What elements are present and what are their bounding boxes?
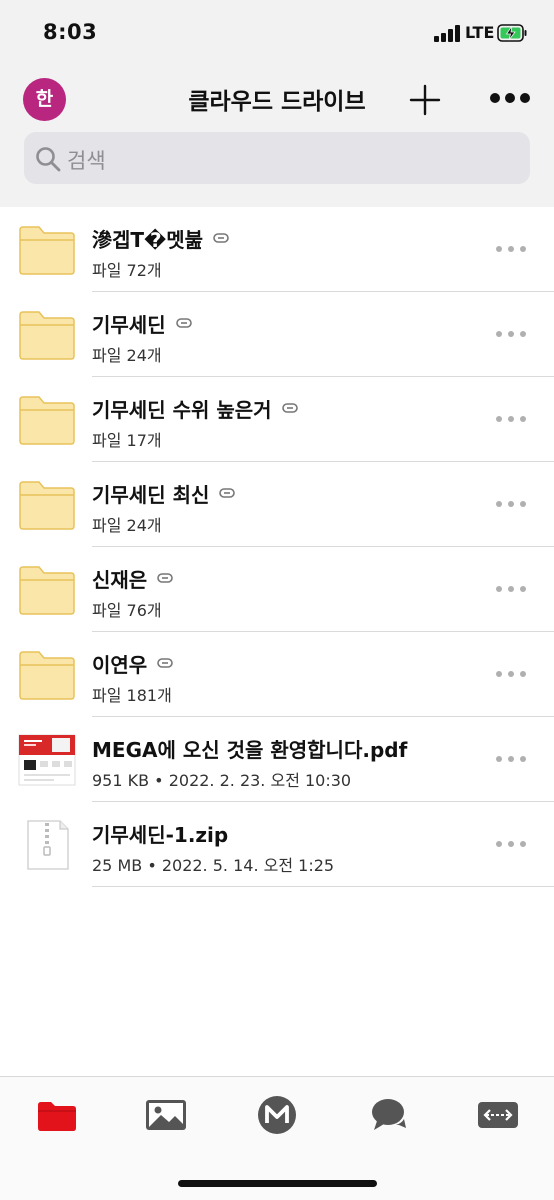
file-meta: 951 KB • 2022. 2. 23. 오전 10:30 [92, 771, 352, 790]
file-meta: 파일 72개 [92, 261, 162, 280]
file-list: 滲겝T�멧붎 파일 72개 기무세딘 파일 24개 기무세딘 수위 높은거 파일… [0, 207, 554, 887]
network-label: LTE [465, 23, 495, 42]
list-item[interactable]: 이연우 파일 181개 [0, 632, 554, 717]
status-bar: 8:03 LTE [0, 0, 554, 66]
zip-file-icon [27, 820, 69, 870]
add-icon[interactable] [405, 80, 445, 120]
divider [92, 886, 554, 887]
more-options-icon[interactable] [494, 494, 528, 514]
photo-icon[interactable] [144, 1095, 188, 1135]
folder-icon[interactable] [35, 1095, 79, 1135]
search-icon [36, 147, 61, 172]
list-item[interactable]: MEGA에 오신 것을 환영합니다.pdf 951 KB • 2022. 2. … [0, 717, 554, 802]
link-icon [175, 318, 192, 328]
more-options-icon[interactable] [494, 664, 528, 684]
list-item[interactable]: 기무세딘 최신 파일 24개 [0, 462, 554, 547]
link-icon [157, 658, 174, 668]
page-title: 클라우드 드라이브 [188, 89, 366, 115]
folder-icon [19, 226, 75, 275]
header-area: 8:03 LTE 한 클라우드 드라이브 검색 [0, 0, 554, 207]
more-options-icon[interactable] [494, 579, 528, 599]
link-icon [157, 573, 174, 583]
folder-icon [19, 311, 75, 360]
signal-icon [434, 25, 462, 42]
navigation-bar: 한 클라우드 드라이브 [0, 66, 554, 130]
file-name: 기무세딘 수위 높은거 [92, 397, 272, 422]
list-item[interactable]: 기무세딘 수위 높은거 파일 17개 [0, 377, 554, 462]
more-options-icon[interactable] [494, 749, 528, 769]
more-options-icon[interactable] [494, 239, 528, 259]
status-time: 8:03 [43, 20, 98, 44]
folder-icon [19, 651, 75, 700]
folder-icon [19, 566, 75, 615]
file-meta: 파일 181개 [92, 686, 172, 705]
file-name: 신재은 [92, 567, 148, 592]
file-meta: 파일 24개 [92, 516, 162, 535]
file-meta: 파일 17개 [92, 431, 162, 450]
list-item[interactable]: 滲겝T�멧붎 파일 72개 [0, 207, 554, 292]
file-name: 기무세딘 [92, 312, 166, 337]
chat-icon[interactable] [366, 1095, 410, 1135]
more-options-icon[interactable] [494, 834, 528, 854]
search-placeholder: 검색 [67, 149, 106, 173]
link-icon [213, 233, 229, 243]
more-options-icon[interactable] [494, 324, 528, 344]
file-meta: 파일 76개 [92, 601, 162, 620]
file-meta: 25 MB • 2022. 5. 14. 오전 1:25 [92, 856, 335, 875]
pdf-thumbnail-icon [18, 734, 76, 786]
mega-logo-icon[interactable] [255, 1095, 299, 1135]
file-name: 기무세딘-1.zip [92, 822, 229, 847]
file-name: 기무세딘 최신 [92, 482, 210, 507]
avatar[interactable]: 한 [23, 78, 66, 121]
file-name: MEGA에 오신 것을 환영합니다.pdf [92, 737, 408, 762]
file-name: 이연우 [92, 652, 148, 677]
more-options-icon[interactable] [494, 409, 528, 429]
search-input[interactable]: 검색 [24, 132, 530, 184]
more-options-icon[interactable] [488, 86, 532, 110]
transfer-icon[interactable] [476, 1095, 520, 1135]
list-item[interactable]: 기무세딘 파일 24개 [0, 292, 554, 377]
file-meta: 파일 24개 [92, 346, 162, 365]
folder-icon [19, 481, 75, 530]
link-icon [281, 403, 298, 413]
battery-charging-icon [497, 24, 527, 42]
link-icon [219, 488, 236, 498]
list-item[interactable]: 기무세딘-1.zip 25 MB • 2022. 5. 14. 오전 1:25 [0, 802, 554, 887]
file-name: 滲겝T�멧붎 [92, 227, 204, 252]
list-item[interactable]: 신재은 파일 76개 [0, 547, 554, 632]
home-indicator [178, 1180, 377, 1187]
folder-icon [19, 396, 75, 445]
